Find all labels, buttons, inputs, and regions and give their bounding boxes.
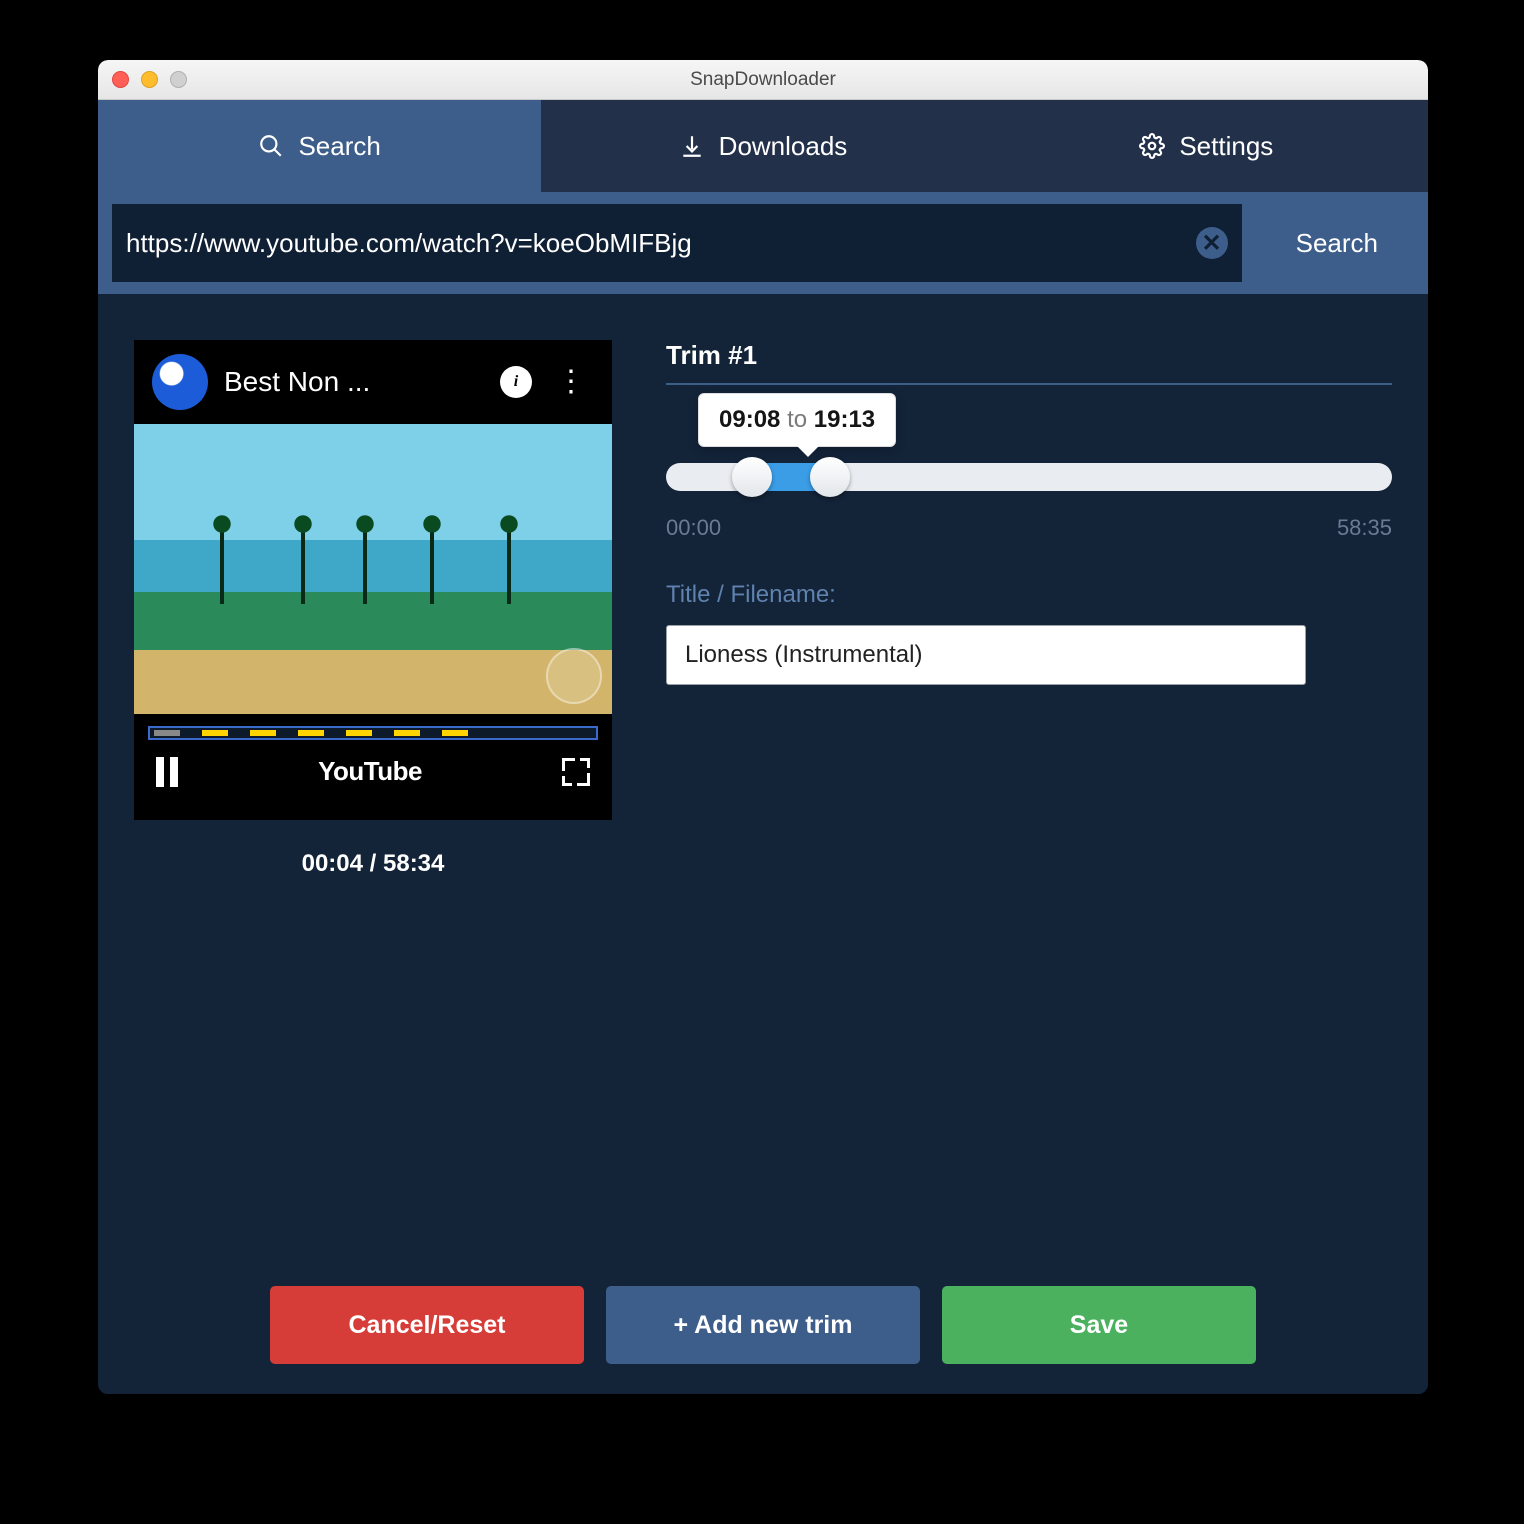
youtube-brand[interactable]: YouTube bbox=[318, 756, 422, 787]
more-icon[interactable]: ⋮ bbox=[548, 377, 594, 387]
search-icon bbox=[258, 133, 284, 159]
window-title: SnapDownloader bbox=[98, 69, 1428, 91]
video-scrubber[interactable] bbox=[148, 726, 598, 740]
tab-downloads-label: Downloads bbox=[719, 131, 848, 162]
video-frame bbox=[134, 424, 612, 714]
range-track[interactable] bbox=[666, 463, 1392, 491]
tab-search-label: Search bbox=[298, 131, 380, 162]
titlebar: SnapDownloader bbox=[98, 60, 1428, 100]
clear-url-icon[interactable]: ✕ bbox=[1196, 227, 1228, 259]
video-time-display: 00:04 / 58:34 bbox=[134, 850, 612, 878]
range-thumb-end[interactable] bbox=[810, 457, 850, 497]
url-field-wrap: ✕ bbox=[112, 204, 1242, 282]
range-labels: 00:00 58:35 bbox=[666, 515, 1392, 541]
trim-from: 09:08 bbox=[719, 406, 780, 433]
url-input[interactable] bbox=[126, 228, 1196, 259]
cancel-reset-button[interactable]: Cancel/Reset bbox=[270, 1286, 584, 1364]
fullscreen-icon[interactable] bbox=[562, 758, 590, 786]
pause-icon[interactable] bbox=[156, 757, 178, 787]
tab-downloads[interactable]: Downloads bbox=[541, 100, 984, 192]
trim-panel: Trim #1 09:08 to 19:13 00:00 58:35 bbox=[666, 340, 1392, 878]
filename-input[interactable] bbox=[666, 625, 1306, 685]
filename-label: Title / Filename: bbox=[666, 581, 1392, 609]
save-button[interactable]: Save bbox=[942, 1286, 1256, 1364]
search-button[interactable]: Search bbox=[1260, 204, 1414, 282]
footer-buttons: Cancel/Reset + Add new trim Save bbox=[134, 1246, 1392, 1364]
tab-search[interactable]: Search bbox=[98, 100, 541, 192]
video-preview: Best Non ... i ⋮ bbox=[134, 340, 612, 878]
tab-settings-label: Settings bbox=[1179, 131, 1273, 162]
content-area: Best Non ... i ⋮ bbox=[98, 294, 1428, 1394]
video-player[interactable]: Best Non ... i ⋮ bbox=[134, 340, 612, 820]
info-icon[interactable]: i bbox=[500, 366, 532, 398]
video-title: Best Non ... bbox=[224, 366, 484, 398]
trim-tooltip: 09:08 to 19:13 bbox=[698, 393, 896, 447]
range-min: 00:00 bbox=[666, 515, 721, 541]
range-max: 58:35 bbox=[1337, 515, 1392, 541]
channel-avatar-icon[interactable] bbox=[152, 354, 208, 410]
gear-icon bbox=[1139, 133, 1165, 159]
search-bar: ✕ Search bbox=[98, 192, 1428, 294]
trim-to: 19:13 bbox=[814, 406, 875, 433]
app-window: SnapDownloader Search Downloads Settings… bbox=[98, 60, 1428, 1394]
range-thumb-start[interactable] bbox=[732, 457, 772, 497]
trim-heading: Trim #1 bbox=[666, 340, 1392, 385]
trim-to-word: to bbox=[787, 406, 807, 433]
add-new-trim-button[interactable]: + Add new trim bbox=[606, 1286, 920, 1364]
trim-range: 09:08 to 19:13 00:00 58:35 bbox=[666, 463, 1392, 541]
main-tabs: Search Downloads Settings bbox=[98, 100, 1428, 192]
tab-settings[interactable]: Settings bbox=[985, 100, 1428, 192]
download-icon bbox=[679, 133, 705, 159]
video-watermark-icon bbox=[546, 648, 602, 704]
